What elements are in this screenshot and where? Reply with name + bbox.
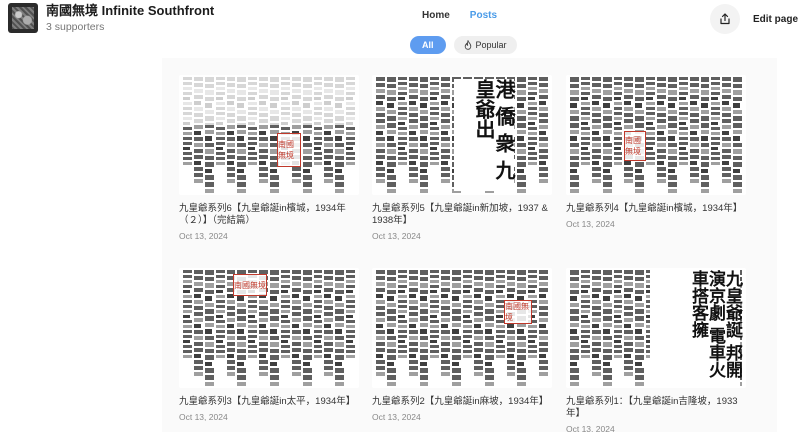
seal-stamp-icon: 南國無境 (277, 133, 301, 167)
post-title[interactable]: 九皇爺系列2【九皇爺誕in麻坡，1934年】 (372, 396, 552, 408)
seal-stamp-icon: 南國無境 (504, 300, 532, 324)
creator-avatar[interactable] (8, 3, 38, 33)
post-thumbnail[interactable]: 港 僑 衆 九皇爺出 (372, 75, 552, 195)
post-filters: All Popular (410, 36, 517, 54)
post-date: Oct 13, 2024 (372, 412, 421, 422)
share-icon (720, 13, 730, 25)
creator-title[interactable]: 南國無境 Infinite Southfront (46, 3, 214, 19)
supporter-count: 3 supporters (46, 21, 105, 33)
seal-stamp-icon: 南國無境 (233, 274, 267, 296)
post-card[interactable]: 南國無境 九皇爺系列3【九皇爺誕in太平，1934年】 Oct 13, 2024 (179, 268, 359, 422)
newspaper-scan (570, 77, 742, 194)
newspaper-headline: 港 僑 衆 九皇爺出 (454, 79, 516, 191)
post-thumbnail[interactable]: 九皇爺誕 邦開演京劇 電車火車搭客擁 (566, 268, 746, 388)
post-title[interactable]: 九皇爺系列5【九皇爺誕in新加坡，1937 & 1938年】 (372, 203, 552, 227)
post-date: Oct 13, 2024 (372, 231, 421, 241)
edit-page-button[interactable]: Edit page (745, 4, 800, 34)
post-date: Oct 13, 2024 (179, 412, 228, 422)
posts-grid: 南國無境 九皇爺系列6【九皇爺誕in檳城，1934年（２）】（完結篇） Oct … (162, 58, 777, 432)
post-thumbnail[interactable]: 南國無境 (179, 75, 359, 195)
post-date: Oct 13, 2024 (566, 219, 615, 229)
post-thumbnail[interactable]: 南國無境 (372, 268, 552, 388)
post-title[interactable]: 九皇爺系列3【九皇爺誕in太平，1934年】 (179, 396, 359, 408)
post-card[interactable]: 港 僑 衆 九皇爺出 九皇爺系列5【九皇爺誕in新加坡，1937 & 1938年… (372, 75, 552, 241)
creator-brand[interactable]: 南國無境 Infinite Southfront 3 supporters (8, 3, 214, 34)
share-button[interactable] (710, 4, 740, 34)
top-header: 南國無境 Infinite Southfront 3 supporters Ho… (0, 0, 800, 40)
post-title[interactable]: 九皇爺系列6【九皇爺誕in檳城，1934年（２）】（完結篇） (179, 203, 359, 227)
brand-text: 南國無境 Infinite Southfront 3 supporters (46, 3, 214, 34)
newspaper-scan (183, 270, 355, 387)
newspaper-headline: 九皇爺誕 邦開演京劇 電車火車搭客擁 (650, 270, 742, 386)
post-card[interactable]: 九皇爺誕 邦開演京劇 電車火車搭客擁 九皇爺系列1：【九皇爺誕in吉隆坡，193… (566, 268, 746, 432)
post-card[interactable]: 南國無境 九皇爺系列4【九皇爺誕in檳城，1934年】 Oct 13, 2024 (566, 75, 746, 229)
post-title[interactable]: 九皇爺系列4【九皇爺誕in檳城，1934年】 (566, 203, 746, 215)
main-nav: Home Posts (422, 10, 497, 21)
post-title[interactable]: 九皇爺系列1：【九皇爺誕in吉隆坡，1933年】 (566, 396, 746, 420)
nav-posts[interactable]: Posts (470, 10, 497, 21)
filter-popular[interactable]: Popular (453, 36, 517, 54)
post-card[interactable]: 南國無境 九皇爺系列6【九皇爺誕in檳城，1934年（２）】（完結篇） Oct … (179, 75, 359, 241)
post-thumbnail[interactable]: 南國無境 (179, 268, 359, 388)
filter-all[interactable]: All (410, 36, 446, 54)
flame-icon (464, 40, 471, 50)
post-card[interactable]: 南國無境 九皇爺系列2【九皇爺誕in麻坡，1934年】 Oct 13, 2024 (372, 268, 552, 422)
post-date: Oct 13, 2024 (179, 231, 228, 241)
filter-popular-label: Popular (475, 40, 507, 50)
seal-stamp-icon: 南國無境 (624, 131, 646, 161)
post-date: Oct 13, 2024 (566, 424, 615, 432)
post-thumbnail[interactable]: 南國無境 (566, 75, 746, 195)
nav-home[interactable]: Home (422, 10, 450, 21)
newspaper-scan (376, 270, 548, 387)
